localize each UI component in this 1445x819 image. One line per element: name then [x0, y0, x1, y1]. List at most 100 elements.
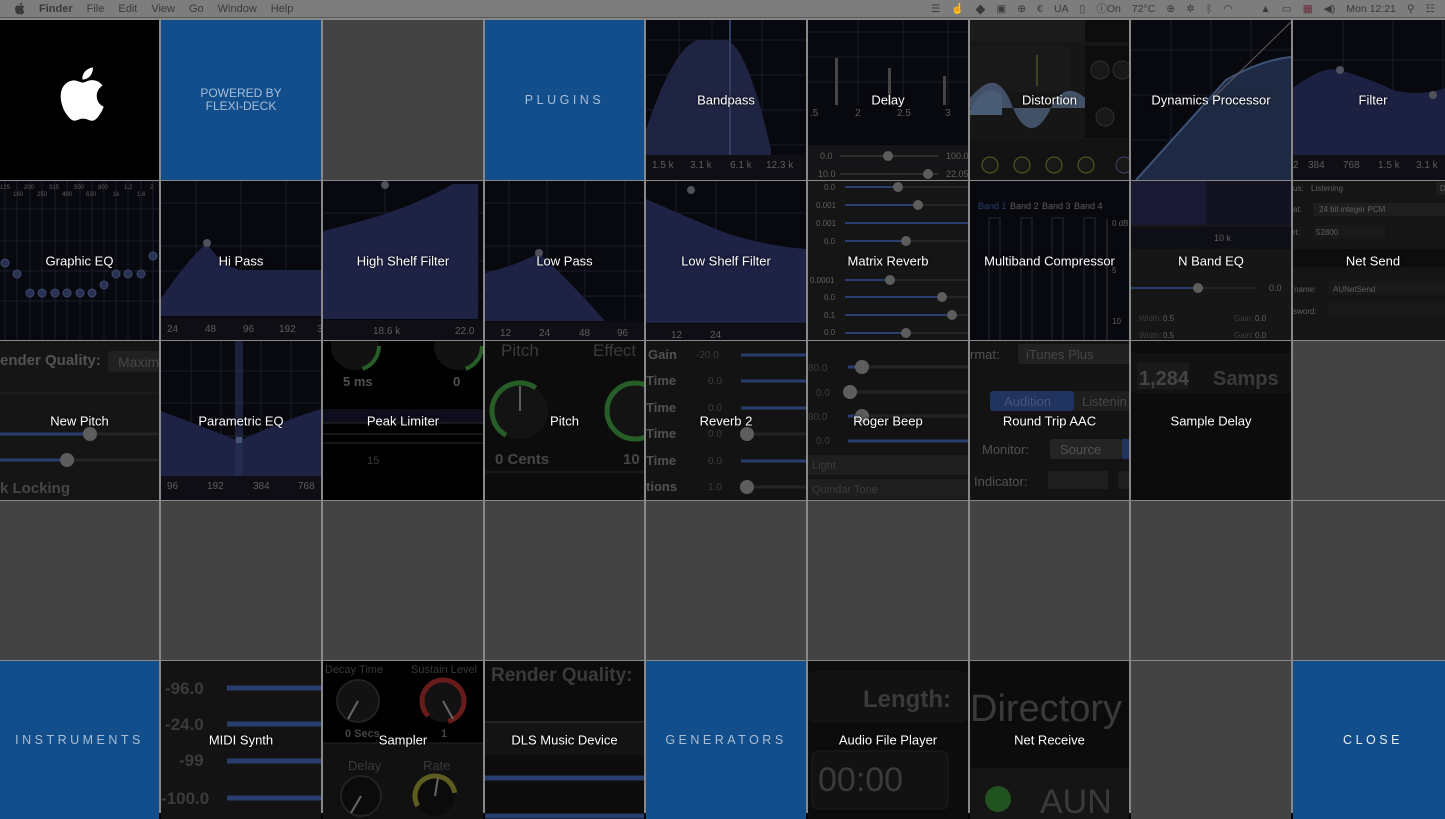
- empty-tile: [1293, 501, 1445, 660]
- empty-tile: [1293, 341, 1445, 500]
- instrument-label: Sampler: [378, 732, 428, 748]
- hand-pointer-icon[interactable]: ☝: [951, 2, 964, 15]
- plugin-label: Hi Pass: [218, 253, 264, 268]
- empty-tile: [161, 501, 321, 660]
- menu-file[interactable]: File: [87, 3, 105, 15]
- empty-tile: [970, 501, 1129, 660]
- plugin-label: Graphic EQ: [45, 253, 114, 268]
- instrument-label: MIDI Synth: [208, 732, 274, 748]
- plugin-tile-low-shelf-filter[interactable]: 12 24 Low Shelf Filter: [646, 181, 806, 340]
- power-icon[interactable]: ⓘOn: [1096, 1, 1121, 16]
- plugin-grid: POWERED BY FLEXI-DECK PLUGINS 1.5 k 3.1 …: [0, 18, 1445, 819]
- plugins-section-label: PLUGINS: [524, 93, 605, 107]
- wifi-icon[interactable]: ◠: [1223, 3, 1232, 15]
- globe-icon[interactable]: ⊕: [1017, 3, 1026, 15]
- plugin-tile-bandpass[interactable]: 1.5 k 3.1 k 6.1 k 12.3 k Bandpass: [646, 20, 806, 180]
- plugin-tile-new-pitch[interactable]: ender Quality: Maxim k Locking New Pitch: [0, 341, 159, 500]
- menu-help[interactable]: Help: [271, 3, 294, 15]
- plugin-tile-matrix-reverb[interactable]: 0.0 0.001 0.001 0.0 0.0001 0.0 0.1 0.0 M…: [808, 181, 968, 340]
- plugin-tile-net-send[interactable]: us: Listening Dis at: 24 bit integer PCM…: [1293, 181, 1445, 340]
- bluetooth-icon[interactable]: ᛒ: [1206, 3, 1212, 15]
- plugin-label: Low Pass: [536, 253, 593, 268]
- plugin-tile-parametric-eq[interactable]: 96 192 384 768 Parametric EQ: [161, 341, 321, 500]
- plugin-label: Bandpass: [697, 92, 755, 108]
- upload-icon[interactable]: ⊕: [1166, 3, 1175, 15]
- plugin-label: Filter: [1358, 92, 1388, 108]
- plugin-tile-dynamics-processor[interactable]: Dynamics Processor: [1131, 20, 1291, 180]
- generators-section-tile: GENERATORS: [646, 661, 806, 819]
- plugin-tile-filter[interactable]: 2 384 768 1.5 k 3.1 k Filter: [1293, 20, 1445, 180]
- plugins-section-tile: PLUGINS: [485, 20, 644, 180]
- plugin-tile-multiband-compressor[interactable]: Band 1 Band 2 Band 3 Band 4 0 dB 5 10 Mu…: [970, 181, 1129, 340]
- plugin-tile-roger-beep[interactable]: 80.0 0.0 80.0 0.0 Light Quindar Tone Rog…: [808, 341, 968, 500]
- fan-icon[interactable]: ✲: [1186, 3, 1195, 15]
- powered-by-tile: POWERED BY FLEXI-DECK: [161, 20, 321, 180]
- plugin-tile-pitch[interactable]: Pitch Effect 0 Cents 10 Pitch: [485, 341, 644, 500]
- apple-logo-tile: [0, 20, 159, 180]
- menu-edit[interactable]: Edit: [118, 3, 137, 15]
- empty-tile: [808, 501, 968, 660]
- mouse-icon[interactable]: ▯: [1080, 3, 1086, 15]
- power-status: On: [1106, 3, 1121, 15]
- empty-tile: [0, 501, 159, 660]
- close-button[interactable]: CLOSE: [1293, 661, 1445, 819]
- flag-uk-icon[interactable]: ▦: [1303, 3, 1313, 15]
- instruments-section-tile: INSTRUMENTS: [0, 661, 159, 819]
- menu-app-name[interactable]: Finder: [39, 3, 73, 15]
- generator-tile-net-receive[interactable]: Directory AUN Net Receive: [970, 661, 1129, 819]
- plugin-label: Peak Limiter: [366, 413, 440, 428]
- spotlight-icon[interactable]: ⚲: [1407, 3, 1415, 15]
- plugin-tile-reverb-2[interactable]: Gain Time Time Time Time tions -20.0 0.0…: [646, 341, 806, 500]
- generator-label: Net Receive: [1014, 732, 1085, 748]
- powered-by-label: POWERED BY FLEXI-DECK: [200, 86, 282, 113]
- notes-icon[interactable]: ☰: [931, 3, 940, 15]
- plugin-tile-sample-delay[interactable]: 1,284 Samps Sample Delay: [1131, 341, 1291, 500]
- empty-tile: [1131, 501, 1291, 660]
- apple-logo-icon: [60, 67, 104, 121]
- notification-center-icon[interactable]: ☷: [1426, 3, 1435, 15]
- plugin-label: Low Shelf Filter: [681, 253, 771, 268]
- plugin-label: Reverb 2: [699, 413, 753, 428]
- plugin-tile-round-trip-aac[interactable]: rmat: iTunes Plus Audition Listenin Moni…: [970, 341, 1129, 500]
- volume-icon[interactable]: ◀): [1324, 3, 1336, 15]
- plugin-tile-distortion[interactable]: Distortion: [970, 20, 1129, 180]
- plugin-label: New Pitch: [50, 413, 109, 428]
- instrument-tile-sampler[interactable]: Decay Time Sustain Level 0 Secs 1 Delay …: [323, 661, 483, 819]
- plugin-label: Round Trip AAC: [1002, 413, 1097, 428]
- airplay-icon[interactable]: ▲: [1260, 3, 1270, 15]
- plugin-label: Sample Delay: [1170, 413, 1252, 428]
- instrument-tile-midi-synth[interactable]: -96.0 -24.0 -99 -100.0 MIDI Synth: [161, 661, 321, 819]
- apple-menu-icon[interactable]: [14, 2, 25, 15]
- plugin-label: Delay: [871, 92, 905, 108]
- euro-icon[interactable]: €: [1037, 3, 1043, 15]
- plugin-tile-high-shelf-filter[interactable]: 18.6 k 22.0 High Shelf Filter: [323, 181, 483, 340]
- plugin-tile-delay[interactable]: .5 2 2.5 3 0.0 100.0 10.0 22.05 Delay: [808, 20, 968, 180]
- generator-tile-audio-file-player[interactable]: Length: 00:00 Audio File Player: [808, 661, 968, 819]
- empty-tile: [485, 501, 644, 660]
- plugin-tile-graphic-eq[interactable]: 125 200 315 500 800 1.2 2 160 250 400 63…: [0, 181, 159, 340]
- generator-label: Audio File Player: [838, 732, 938, 748]
- temperature-readout[interactable]: 72°C: [1132, 3, 1155, 15]
- plugin-label: Parametric EQ: [198, 413, 284, 428]
- keyboard-layout-indicator[interactable]: UA: [1054, 3, 1069, 15]
- empty-tile: [323, 20, 483, 180]
- clock[interactable]: Mon 12:21: [1346, 3, 1396, 15]
- plugin-tile-n-band-eq[interactable]: 10 k 0.0 Width: 0.5 Gain: 0.0 Width: 0.5…: [1131, 181, 1291, 340]
- menu-window[interactable]: Window: [218, 3, 257, 15]
- menu-go[interactable]: Go: [189, 3, 204, 15]
- plugin-label: High Shelf Filter: [356, 253, 450, 268]
- empty-tile: [646, 501, 806, 660]
- menu-view[interactable]: View: [151, 3, 175, 15]
- close-button-label: CLOSE: [1343, 733, 1403, 747]
- display-icon[interactable]: ▭: [1282, 3, 1292, 15]
- plugin-tile-peak-limiter[interactable]: 5 ms 0 15 Peak Limiter: [323, 341, 483, 500]
- plugin-tile-low-pass[interactable]: 12 24 48 96 Low Pass: [485, 181, 644, 340]
- app-box-icon[interactable]: ▣: [996, 3, 1006, 15]
- instrument-tile-dls-music-device[interactable]: Render Quality: DLS Music Device: [485, 661, 644, 819]
- diamond-icon[interactable]: ◆: [975, 1, 985, 17]
- plugin-label: Dynamics Processor: [1151, 92, 1271, 108]
- empty-tile: [323, 501, 483, 660]
- plugin-label: Roger Beep: [853, 413, 923, 428]
- plugin-label: Multiband Compressor: [984, 253, 1115, 268]
- plugin-tile-hi-pass[interactable]: 24 48 96 192 3 Hi Pass: [161, 181, 321, 340]
